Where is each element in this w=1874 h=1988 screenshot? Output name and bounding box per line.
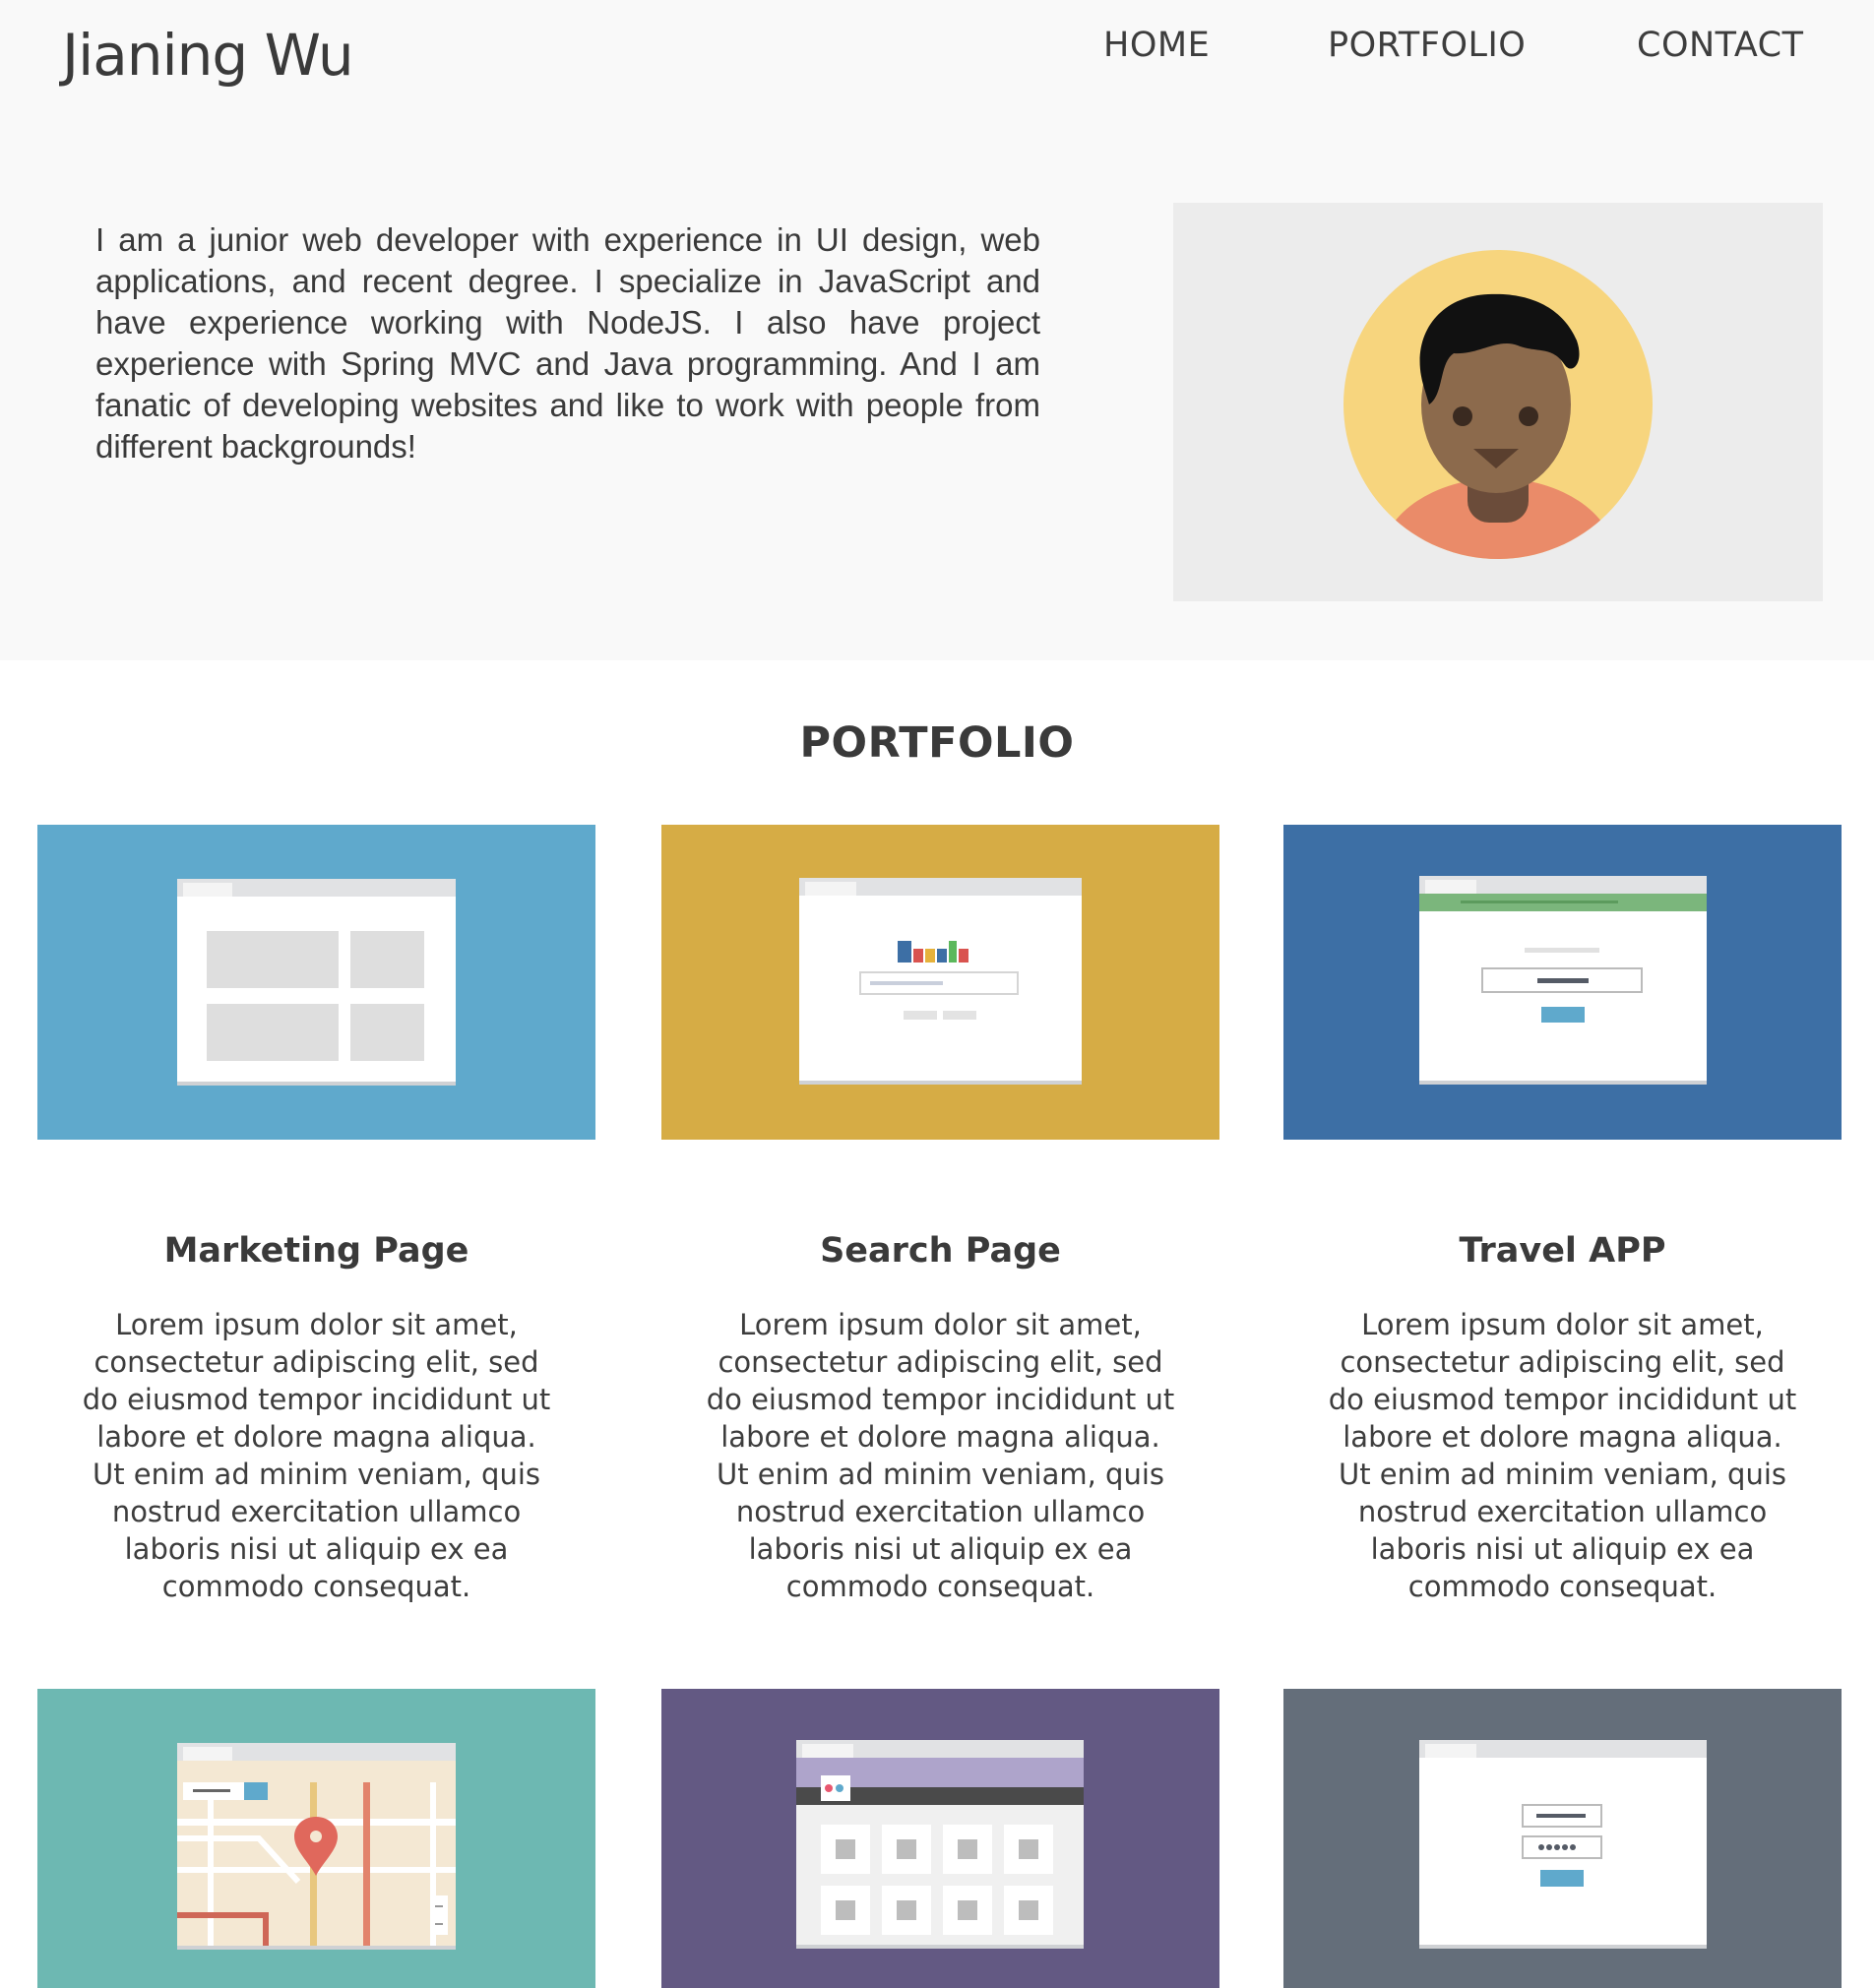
intro-text: I am a junior web developer with experie… [95, 221, 1040, 465]
portfolio-tile-marketing[interactable] [37, 825, 595, 1140]
site-brand[interactable]: Jianing Wu [62, 22, 354, 89]
gallery-illustration [661, 1689, 1219, 1988]
portfolio-heading: PORTFOLIO [799, 718, 1075, 768]
hero-section: Jianing Wu HOME PORTFOLIO CONTACT I am a… [0, 0, 1874, 660]
card-text-travel: Lorem ipsum dolor sit amet, consectetur … [1328, 1308, 1797, 1603]
map-illustration [37, 1689, 595, 1988]
avatar-icon [1343, 250, 1653, 559]
portfolio-tile-gallery[interactable] [661, 1689, 1219, 1988]
avatar-panel [1173, 203, 1823, 601]
portfolio-tile-search[interactable] [661, 825, 1219, 1140]
portfolio-tile-travel[interactable] [1283, 825, 1842, 1140]
card-title-marketing[interactable]: Marketing Page [37, 1231, 595, 1271]
login-illustration [1283, 1689, 1842, 1988]
portfolio-tile-map[interactable] [37, 1689, 595, 1988]
card-text-search: Lorem ipsum dolor sit amet, consectetur … [706, 1308, 1175, 1603]
card-text-marketing: Lorem ipsum dolor sit amet, consectetur … [82, 1308, 551, 1603]
card-title-travel[interactable]: Travel APP [1283, 1231, 1842, 1271]
form-page-illustration [1283, 825, 1842, 1140]
nav-portfolio[interactable]: PORTFOLIO [1328, 26, 1526, 65]
nav-contact[interactable]: CONTACT [1637, 26, 1803, 65]
card-title-search[interactable]: Search Page [661, 1231, 1219, 1271]
nav-home[interactable]: HOME [1103, 26, 1210, 65]
search-page-illustration [661, 825, 1219, 1140]
portfolio-tile-login[interactable] [1283, 1689, 1842, 1988]
browser-grid-illustration [37, 825, 595, 1140]
